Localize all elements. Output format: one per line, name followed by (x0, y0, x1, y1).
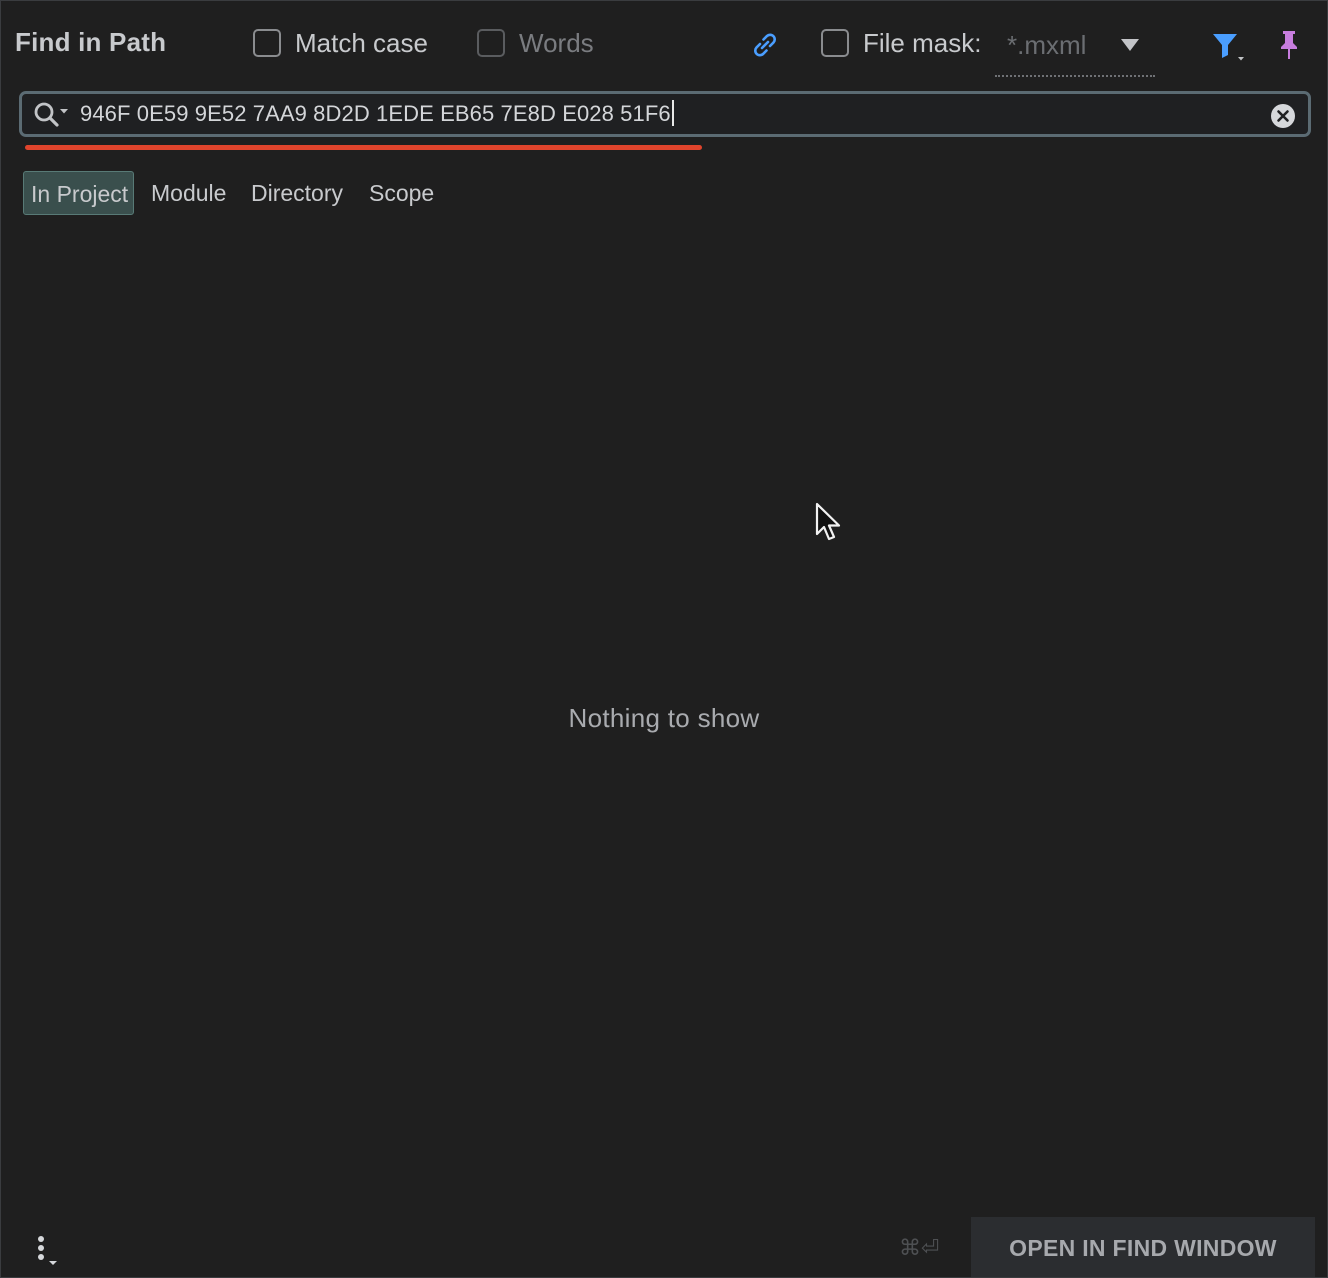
empty-results-message: Nothing to show (568, 703, 760, 733)
more-vertical-icon[interactable] (31, 1233, 61, 1267)
link-icon[interactable] (749, 29, 781, 61)
search-field[interactable]: 946F 0E59 9E52 7AA9 8D2D 1EDE EB65 7E8D … (19, 91, 1311, 137)
clear-icon[interactable] (1270, 103, 1296, 129)
file-mask-value: *.mxml (1007, 30, 1087, 60)
open-in-find-window-button[interactable]: OPEN IN FIND WINDOW (971, 1217, 1315, 1277)
file-mask-input[interactable]: *.mxml (995, 27, 1155, 77)
words-checkbox[interactable] (477, 29, 505, 57)
tab-directory[interactable]: Directory (244, 171, 350, 215)
file-mask-checkbox[interactable] (821, 29, 849, 57)
file-mask-label[interactable]: File mask: (863, 28, 981, 59)
search-error-underline (25, 145, 702, 150)
words-label[interactable]: Words (519, 28, 594, 59)
popup-header: Find in Path Match case Words File mask:… (1, 1, 1327, 91)
match-case-label[interactable]: Match case (295, 28, 428, 59)
shortcut-hint: ⌘⏎ (899, 1235, 940, 1260)
text-caret (671, 100, 674, 126)
file-mask-dropdown-icon[interactable] (1121, 39, 1139, 51)
popup-footer: ⌘⏎ OPEN IN FIND WINDOW (1, 1215, 1327, 1277)
mouse-cursor-icon (815, 502, 841, 541)
pin-icon[interactable] (1275, 29, 1303, 61)
find-in-path-popup: Find in Path Match case Words File mask:… (0, 0, 1328, 1278)
tab-in-project[interactable]: In Project (23, 171, 134, 215)
tab-scope[interactable]: Scope (362, 171, 441, 215)
search-query-value: 946F 0E59 9E52 7AA9 8D2D 1EDE EB65 7E8D … (80, 101, 671, 126)
popup-title: Find in Path (15, 27, 167, 57)
search-icon[interactable] (32, 100, 72, 130)
match-case-checkbox[interactable] (253, 29, 281, 57)
tab-module[interactable]: Module (144, 171, 233, 215)
search-query-text[interactable]: 946F 0E59 9E52 7AA9 8D2D 1EDE EB65 7E8D … (80, 100, 674, 127)
filter-icon[interactable] (1211, 31, 1247, 63)
